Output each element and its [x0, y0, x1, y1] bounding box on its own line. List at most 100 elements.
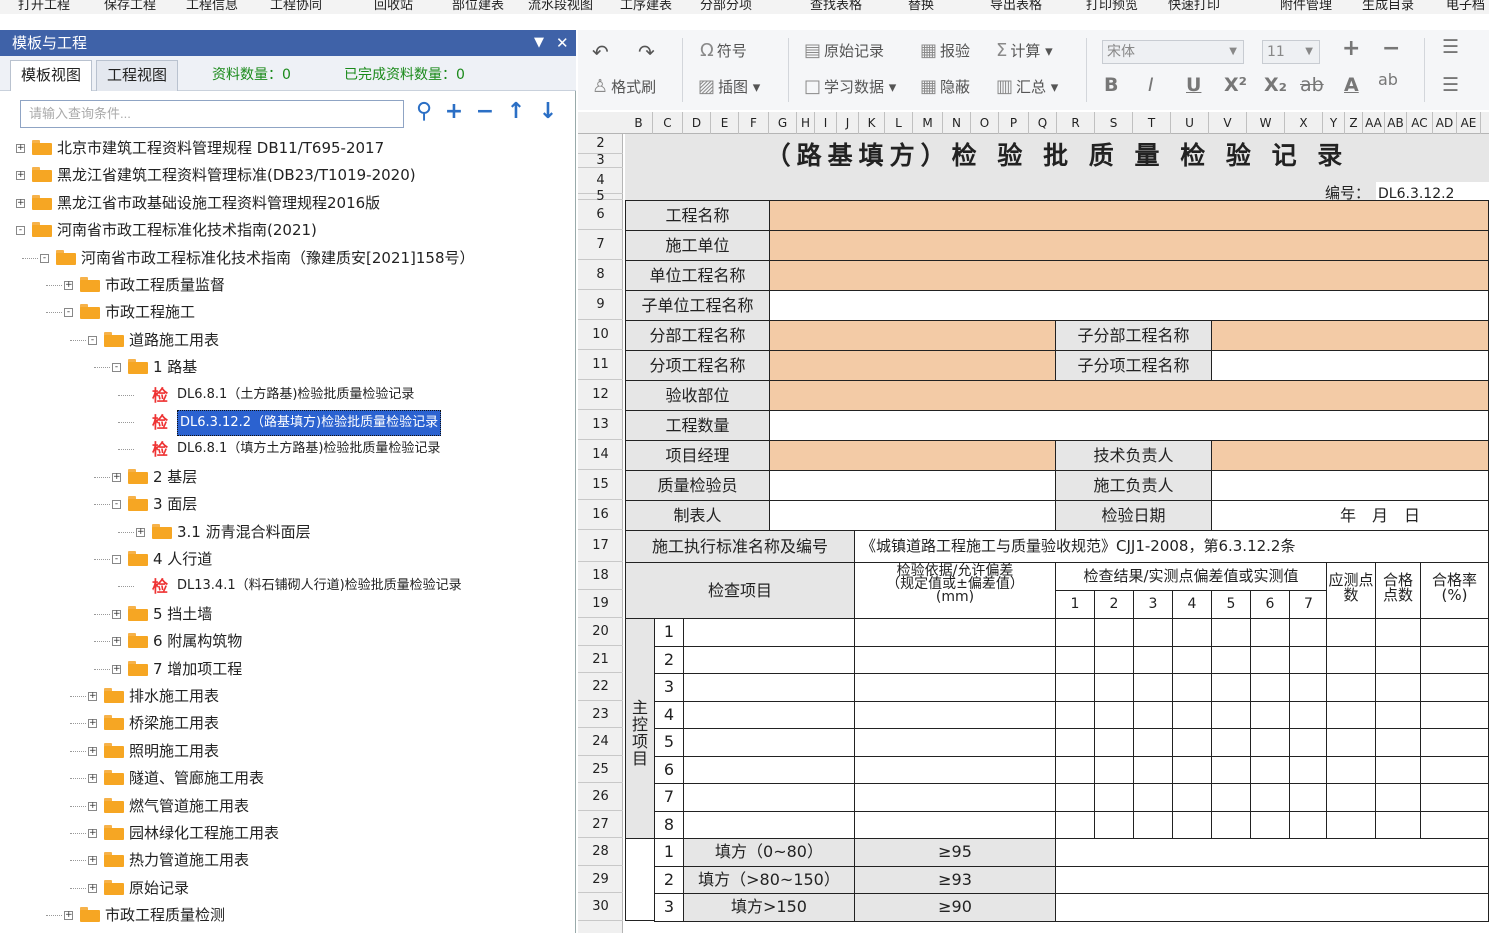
check-item-cell[interactable] [683, 618, 855, 647]
move-down-icon[interactable]: ↓ [536, 98, 560, 126]
result-cell[interactable] [1094, 645, 1134, 674]
points-cell[interactable] [1326, 673, 1376, 702]
result-cell[interactable] [1133, 783, 1173, 812]
result-cell[interactable] [1055, 673, 1095, 702]
column-header-cell[interactable]: F [739, 112, 769, 134]
result-cell[interactable] [1211, 728, 1251, 757]
check-item-cell[interactable] [683, 700, 855, 729]
remove-icon[interactable]: − [473, 98, 497, 126]
expand-icon[interactable]: + [112, 609, 121, 619]
format-brush-button[interactable]: ♙ 格式刷 [592, 76, 656, 97]
tech-lead-field[interactable] [1211, 440, 1489, 471]
row-header-cell[interactable]: 9 [578, 290, 623, 320]
hide-button[interactable]: ▦ 隐蔽 [920, 76, 970, 97]
fill-result-cell[interactable] [1055, 838, 1489, 867]
menu-item[interactable]: 回收站 [374, 0, 413, 13]
row-header-cell[interactable]: 25 [578, 756, 623, 783]
tree-node[interactable]: 检 DL13.4.1（料石铺砌人行道)检验批质量检验记录 [0, 574, 576, 598]
result-cell[interactable] [1094, 783, 1134, 812]
expand-icon[interactable]: + [64, 281, 73, 290]
pass-points-cell[interactable] [1375, 673, 1421, 702]
result-cell[interactable] [1133, 755, 1173, 784]
column-header-cell[interactable]: L [885, 112, 913, 134]
column-header-cell[interactable]: X [1285, 112, 1323, 134]
tree-node[interactable]: + 燃气管道施工用表 [0, 794, 576, 818]
undo-icon[interactable]: ↶ [592, 40, 609, 64]
result-cell[interactable] [1289, 700, 1328, 729]
row-header-cell[interactable]: 20 [578, 618, 623, 646]
basis-cell[interactable] [854, 700, 1056, 729]
points-cell[interactable] [1326, 810, 1376, 839]
tree-node[interactable]: 检 DL6.3.12.2（路基填方)检验批质量检验记录 [0, 410, 576, 436]
result-cell[interactable] [1289, 673, 1328, 702]
result-cell[interactable] [1211, 618, 1251, 647]
result-cell[interactable] [1250, 783, 1290, 812]
pass-points-cell[interactable] [1375, 755, 1421, 784]
result-cell[interactable] [1172, 673, 1212, 702]
tree-node[interactable]: + 市政工程质量检测 [0, 903, 576, 927]
strikethrough-button[interactable]: ab [1300, 74, 1324, 96]
result-cell[interactable] [1172, 700, 1212, 729]
tree-node[interactable]: 检 DL6.8.1（填方土方路基)检验批质量检验记录 [0, 437, 576, 461]
pin-icon[interactable]: ▼ [534, 30, 544, 56]
menu-item[interactable]: 电子档 [1446, 0, 1485, 13]
basis-cell[interactable] [854, 783, 1056, 812]
expand-icon[interactable]: + [88, 883, 97, 893]
result-cell[interactable] [1055, 810, 1095, 839]
column-header-cell[interactable]: J [837, 112, 859, 134]
column-header-cell[interactable]: H [797, 112, 815, 134]
menu-item[interactable]: 替换 [908, 0, 934, 13]
expand-icon[interactable]: + [88, 801, 97, 811]
collapse-icon[interactable]: - [112, 363, 121, 373]
collapse-icon[interactable]: - [16, 226, 25, 236]
points-cell[interactable] [1326, 645, 1376, 674]
check-item-cell[interactable] [683, 728, 855, 757]
points-cell[interactable] [1326, 700, 1376, 729]
pass-rate-cell[interactable] [1420, 645, 1489, 674]
menu-item[interactable]: 附件管理 [1280, 0, 1332, 13]
expand-icon[interactable]: + [16, 171, 25, 181]
menu-item[interactable]: 查找表格 [810, 0, 862, 13]
result-cell[interactable] [1094, 810, 1134, 839]
expand-icon[interactable]: + [16, 198, 25, 208]
check-item-cell[interactable] [683, 673, 855, 702]
tree-node[interactable]: + 热力管道施工用表 [0, 848, 576, 872]
pass-rate-cell[interactable] [1420, 755, 1489, 784]
column-header-cell[interactable]: R [1057, 112, 1095, 134]
tree-node[interactable]: - 4 人行道 [0, 547, 576, 571]
tree-node[interactable]: - 3 面层 [0, 492, 576, 516]
column-header-cell[interactable]: AC [1407, 112, 1433, 134]
qc-field[interactable] [769, 470, 1056, 501]
decrease-font-icon[interactable]: − [1382, 36, 1400, 61]
result-cell[interactable] [1055, 728, 1095, 757]
tab-project-view[interactable]: 工程视图 [96, 60, 179, 91]
result-cell[interactable] [1094, 728, 1134, 757]
column-header-cell[interactable]: W [1247, 112, 1285, 134]
basis-cell[interactable] [854, 673, 1056, 702]
column-header-cell[interactable]: Y [1323, 112, 1345, 134]
result-cell[interactable] [1094, 673, 1134, 702]
result-cell[interactable] [1094, 755, 1134, 784]
superscript-button[interactable]: X² [1224, 74, 1247, 96]
points-cell[interactable] [1326, 783, 1376, 812]
row-header-cell[interactable]: 3 [578, 154, 623, 168]
tree-node[interactable]: - 河南省市政工程标准化技术指南（豫建质安[2021]158号） [0, 246, 576, 270]
sub-unit-project-field[interactable] [769, 290, 1489, 321]
study-data-button[interactable]: □ 学习数据 ▾ [804, 76, 896, 97]
quantity-field[interactable] [769, 410, 1489, 441]
symbol-button[interactable]: Ω 符号 [700, 40, 747, 61]
pm-field[interactable] [769, 440, 1056, 471]
division-field[interactable] [769, 320, 1056, 351]
underline-button[interactable]: U [1186, 74, 1201, 96]
item-field[interactable] [769, 350, 1056, 381]
expand-icon[interactable]: + [88, 746, 97, 756]
result-cell[interactable] [1172, 810, 1212, 839]
tree-node[interactable]: + 黑龙江省市政基础设施工程资料管理规程2016版 [0, 191, 576, 215]
tree-node[interactable]: +7 增加项工程 [0, 657, 576, 681]
tree-node[interactable]: + 园林绿化工程施工用表 [0, 821, 576, 845]
column-header-cell[interactable]: S [1095, 112, 1133, 134]
expand-icon[interactable]: + [88, 856, 97, 866]
collapse-icon[interactable]: - [40, 253, 49, 263]
result-cell[interactable] [1250, 618, 1290, 647]
menu-item[interactable]: 部位建表 [452, 0, 504, 13]
